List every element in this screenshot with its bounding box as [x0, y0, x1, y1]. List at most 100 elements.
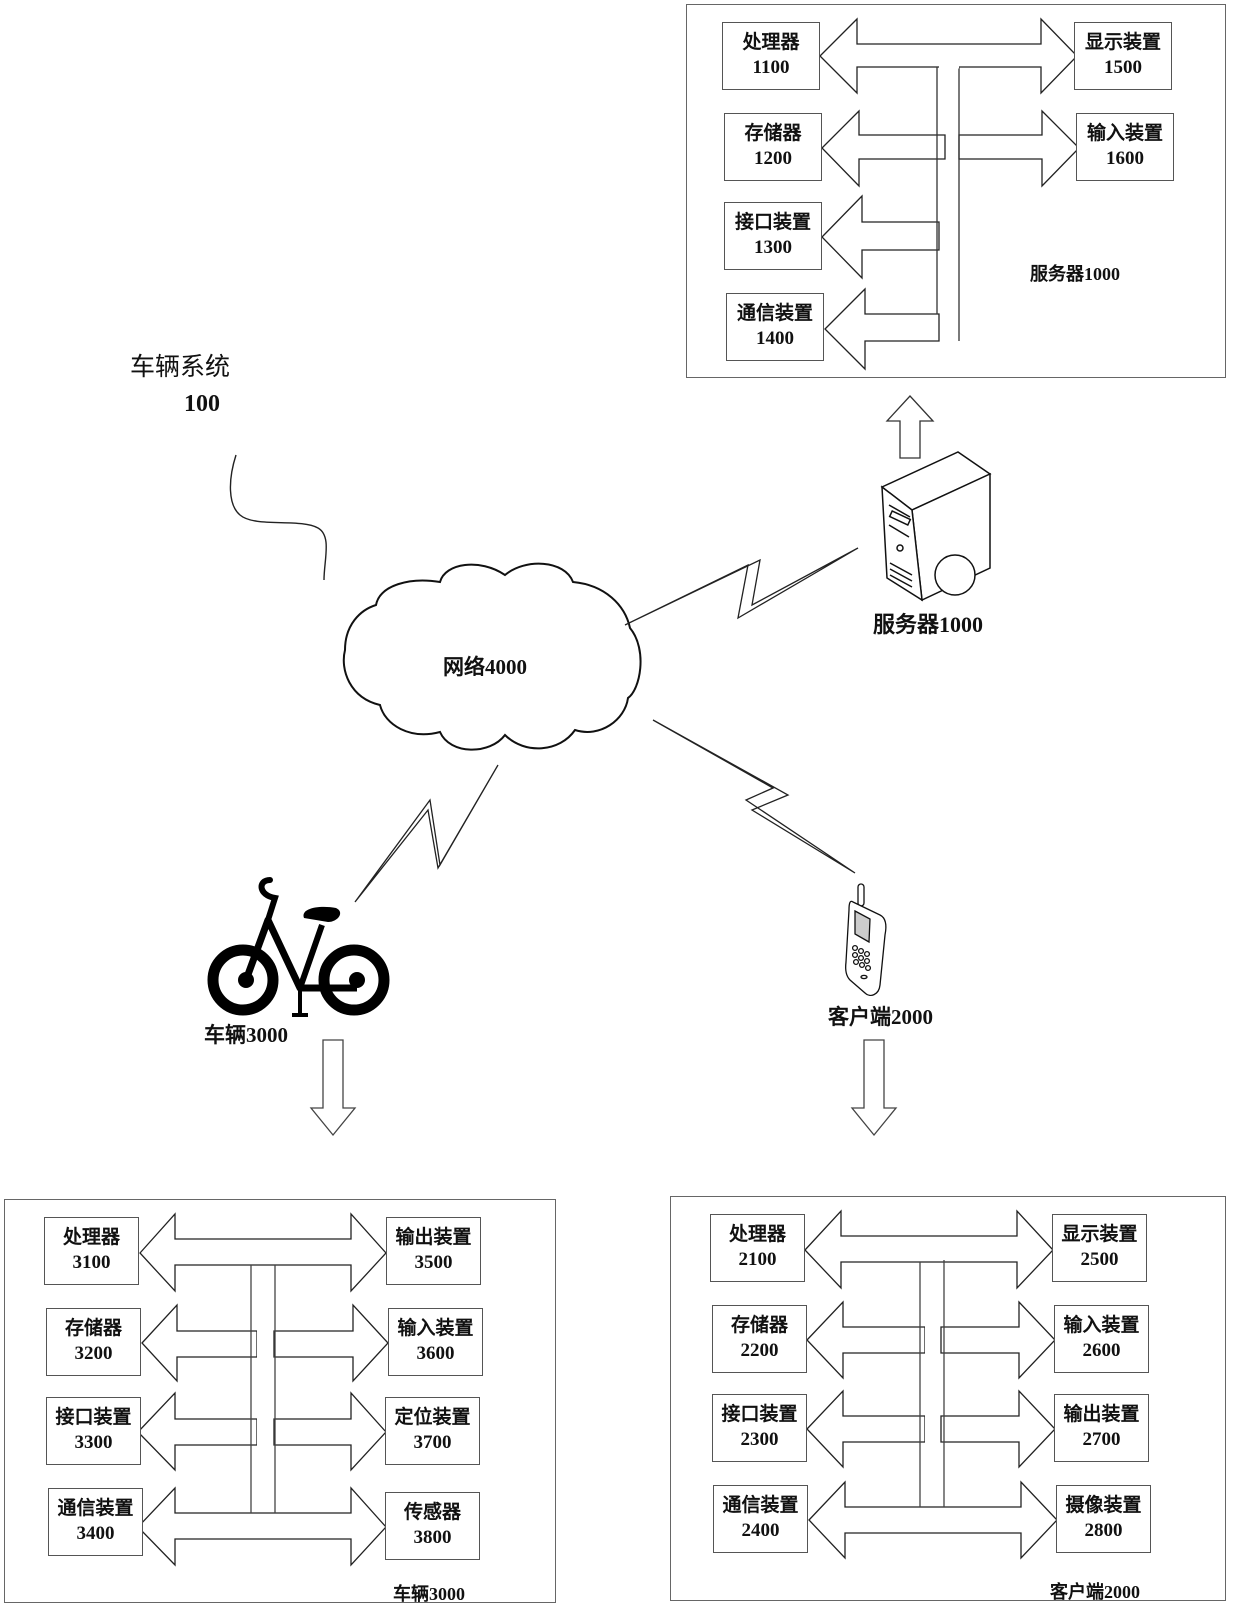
bicycle-icon	[207, 877, 390, 1017]
vehicle-label: 车辆3000	[204, 1023, 288, 1047]
component-number: 1200	[754, 148, 792, 169]
component-number: 2500	[1080, 1249, 1119, 1270]
server-panel-caption: 服务器1000	[1030, 264, 1120, 284]
up-arrow-server-icon	[885, 395, 935, 459]
mobile-phone-icon	[844, 883, 887, 996]
component-number: 1300	[754, 237, 792, 258]
component-name: 存储器	[744, 123, 802, 145]
client-box-storage: 存储器 2200	[712, 1305, 807, 1373]
client-box-display: 显示装置 2500	[1052, 1214, 1147, 1282]
bus-arrow-interface	[821, 194, 940, 280]
client-box-comm: 通信装置 2400	[713, 1485, 808, 1553]
server-box-display: 显示装置 1500	[1074, 22, 1172, 90]
component-number: 2800	[1084, 1520, 1123, 1541]
component-number: 3800	[413, 1527, 452, 1548]
vehicle-box-interface: 接口装置 3300	[46, 1397, 141, 1465]
system-title: 车辆系统	[130, 354, 231, 381]
component-name: 输入装置	[397, 1318, 474, 1340]
server-box-processor: 处理器 1100	[722, 22, 820, 90]
client-box-camera: 摄像装置 2800	[1056, 1485, 1151, 1553]
server-box-input: 输入装置 1600	[1076, 113, 1174, 181]
wireless-link-vehicle-icon	[354, 764, 499, 903]
server-box-comm: 通信装置 1400	[726, 293, 824, 361]
server-box-storage: 存储器 1200	[724, 113, 822, 181]
component-number: 1500	[1104, 57, 1142, 78]
component-name: 定位装置	[394, 1407, 471, 1429]
component-name: 输出装置	[395, 1227, 472, 1249]
bus-arrow-input	[958, 109, 1080, 188]
component-name: 接口装置	[55, 1407, 132, 1429]
bus-arrow-interface-position-right	[273, 1391, 387, 1472]
client-label: 客户端2000	[828, 1005, 933, 1029]
component-name: 接口装置	[721, 1404, 798, 1426]
server-box-interface: 接口装置 1300	[724, 202, 822, 270]
component-name: 处理器	[742, 32, 800, 54]
bus-arrow-interface-position-left	[137, 1391, 258, 1472]
component-number: 3600	[416, 1343, 455, 1364]
network-label: 网络4000	[443, 655, 527, 679]
client-box-output: 输出装置 2700	[1054, 1394, 1149, 1462]
wireless-link-server-icon	[624, 547, 859, 626]
component-name: 摄像装置	[1065, 1495, 1142, 1517]
vehicle-box-sensor: 传感器 3800	[385, 1492, 480, 1560]
component-name: 通信装置	[736, 303, 813, 325]
component-number: 1400	[756, 328, 794, 349]
client-box-interface: 接口装置 2300	[712, 1394, 807, 1462]
wireless-link-client-icon	[652, 719, 856, 874]
component-number: 2400	[741, 1520, 780, 1541]
component-name: 通信装置	[57, 1498, 134, 1520]
server-label: 服务器1000	[873, 612, 984, 637]
component-number: 1600	[1106, 148, 1144, 169]
component-name: 显示装置	[1061, 1224, 1138, 1246]
component-name: 处理器	[728, 1224, 786, 1246]
component-number: 3500	[414, 1252, 453, 1273]
component-name: 输入装置	[1086, 123, 1163, 145]
component-name: 处理器	[62, 1227, 120, 1249]
server-tower-icon	[880, 451, 992, 602]
down-arrow-vehicle-icon	[309, 1039, 357, 1137]
system-leader-line	[229, 454, 327, 581]
bus-arrow-comm	[824, 287, 940, 371]
component-name: 存储器	[730, 1315, 788, 1337]
component-number: 2600	[1082, 1340, 1121, 1361]
bus-arrow-interface-output-right	[940, 1389, 1056, 1469]
component-number: 1100	[752, 57, 790, 78]
bus-arrow-storage-input-right	[273, 1303, 389, 1383]
component-name: 输出装置	[1063, 1404, 1140, 1426]
component-number: 3400	[76, 1523, 115, 1544]
bus-arrow-processor-output	[139, 1212, 387, 1293]
component-name: 显示装置	[1084, 32, 1161, 54]
component-number: 3100	[72, 1252, 111, 1273]
component-number: 2100	[738, 1249, 777, 1270]
client-box-input: 输入装置 2600	[1054, 1305, 1149, 1373]
down-arrow-client-icon	[850, 1039, 898, 1137]
vehicle-box-comm: 通信装置 3400	[48, 1488, 143, 1556]
component-name: 传感器	[403, 1502, 461, 1524]
vehicle-box-input: 输入装置 3600	[388, 1308, 483, 1376]
component-name: 存储器	[64, 1318, 122, 1340]
vehicle-box-storage: 存储器 3200	[46, 1308, 141, 1376]
bus-arrow-storage-input-right	[940, 1300, 1056, 1380]
component-name: 通信装置	[722, 1495, 799, 1517]
bus-arrow-storage	[821, 109, 946, 188]
vehicle-box-processor: 处理器 3100	[44, 1217, 139, 1285]
component-number: 3700	[413, 1432, 452, 1453]
bus-arrow-interface-output-left	[806, 1389, 926, 1469]
vehicle-box-output: 输出装置 3500	[386, 1217, 481, 1285]
bus-arrow-comm-sensor	[137, 1486, 387, 1567]
component-name: 输入装置	[1063, 1315, 1140, 1337]
component-number: 3300	[74, 1432, 113, 1453]
vehicle-panel-caption: 车辆3000	[393, 1584, 465, 1604]
system-number: 100	[184, 391, 220, 417]
bus-arrow-storage-input-left	[806, 1300, 926, 1380]
bus-arrow-processor-display	[804, 1209, 1054, 1290]
client-box-processor: 处理器 2100	[710, 1214, 805, 1282]
bus-arrow-storage-input-left	[141, 1303, 258, 1383]
client-panel-caption: 客户端2000	[1050, 1582, 1140, 1602]
vehicle-box-positioning: 定位装置 3700	[385, 1397, 480, 1465]
component-number: 3200	[74, 1343, 113, 1364]
component-number: 2200	[740, 1340, 779, 1361]
bus-arrow-processor-display	[819, 17, 1078, 95]
component-number: 2300	[740, 1429, 779, 1450]
bus-arrow-comm-camera	[808, 1480, 1058, 1560]
